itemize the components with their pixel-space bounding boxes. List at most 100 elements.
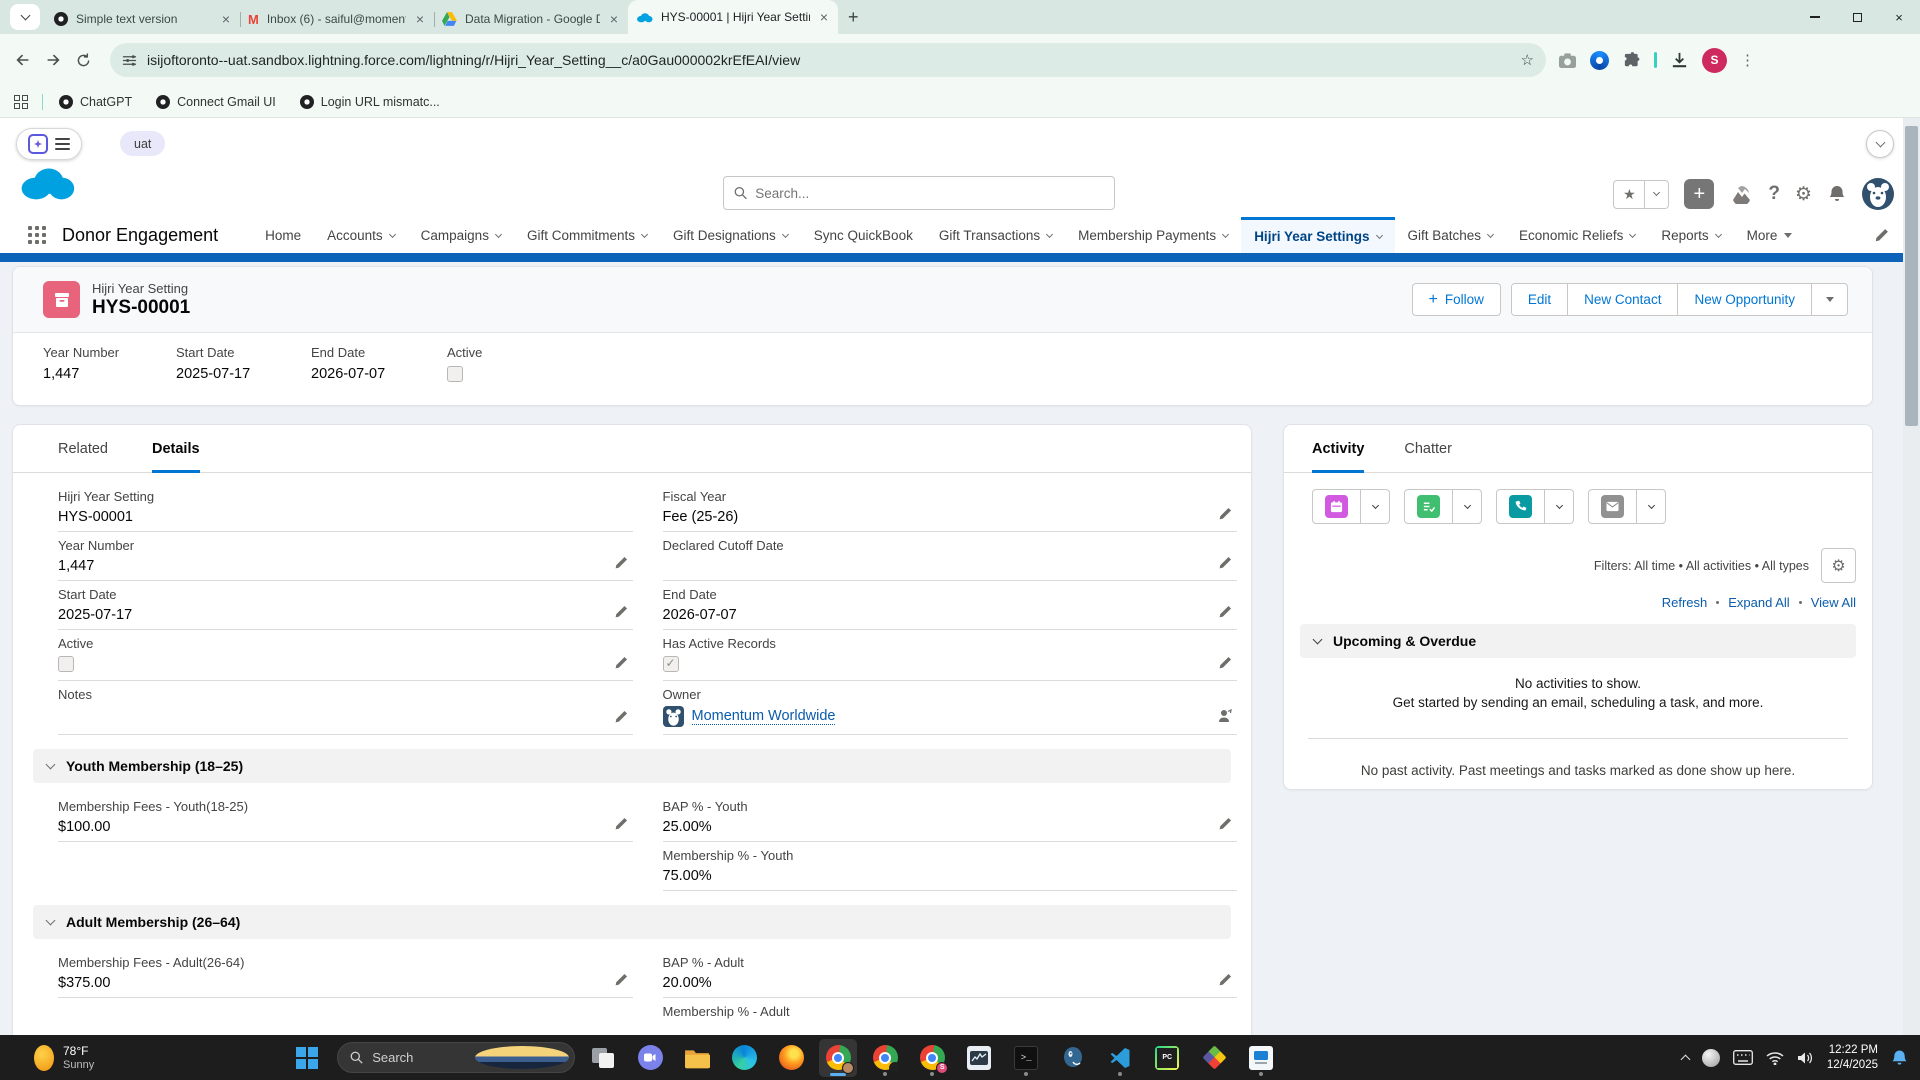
- nav-tab-home[interactable]: Home: [252, 217, 314, 253]
- browser-tab-salesforce-active[interactable]: HYS-00001 | Hijri Year Setting | S ×: [628, 0, 838, 34]
- nav-tab-more[interactable]: More: [1734, 217, 1806, 253]
- tab-close-icon[interactable]: ×: [818, 9, 830, 25]
- refresh-link[interactable]: Refresh: [1662, 595, 1708, 610]
- new-tab-button[interactable]: +: [848, 7, 859, 28]
- firefox-button[interactable]: [772, 1039, 810, 1077]
- search-input[interactable]: [755, 186, 1104, 201]
- task-dropdown[interactable]: [1452, 490, 1481, 523]
- new-event-button[interactable]: [1313, 490, 1360, 523]
- nav-tab-campaigns[interactable]: Campaigns: [408, 217, 514, 253]
- trailhead-icon[interactable]: [1729, 184, 1753, 204]
- edit-button[interactable]: Edit: [1512, 284, 1567, 315]
- change-owner-icon[interactable]: [1217, 708, 1233, 724]
- edit-pencil-icon[interactable]: [614, 816, 629, 831]
- setup-gear-icon[interactable]: ⚙: [1795, 183, 1812, 206]
- url-bar[interactable]: isijoftoronto--uat.sandbox.lightning.for…: [110, 43, 1546, 77]
- section-youth-membership[interactable]: Youth Membership (18–25): [33, 749, 1231, 783]
- bookmark-star-icon[interactable]: ☆: [1521, 51, 1534, 69]
- edit-pencil-icon[interactable]: [1218, 816, 1233, 831]
- notifications-bell-icon[interactable]: [1891, 1049, 1908, 1067]
- extensions-puzzle-icon[interactable]: [1622, 51, 1641, 70]
- browser-menu-icon[interactable]: ⋮: [1740, 51, 1755, 69]
- new-task-button[interactable]: [1405, 490, 1452, 523]
- favorites-button[interactable]: ★: [1613, 180, 1669, 209]
- edge-button[interactable]: [725, 1039, 763, 1077]
- tab-details[interactable]: Details: [152, 425, 200, 472]
- tab-close-icon[interactable]: ×: [220, 11, 232, 27]
- email-dropdown[interactable]: [1636, 490, 1665, 523]
- chrome-profile2-button[interactable]: [866, 1039, 904, 1077]
- tab-activity[interactable]: Activity: [1312, 425, 1364, 472]
- browser-tab-inbox[interactable]: M Inbox (6) - saiful@momentum- ×: [240, 4, 434, 34]
- bookmark-connect-gmail[interactable]: Connect Gmail UI: [156, 95, 276, 109]
- page-scrollbar[interactable]: [1903, 118, 1920, 1035]
- taskbar-search[interactable]: Search: [337, 1042, 575, 1073]
- performance-monitor-button[interactable]: [960, 1039, 998, 1077]
- window-minimize-button[interactable]: [1794, 0, 1836, 34]
- expand-all-link[interactable]: Expand All: [1728, 595, 1789, 610]
- log-call-button[interactable]: [1497, 490, 1544, 523]
- start-button[interactable]: [290, 1039, 328, 1077]
- tab-related[interactable]: Related: [58, 425, 108, 472]
- nav-tab-gift-commitments[interactable]: Gift Commitments: [514, 217, 660, 253]
- bookmark-chatgpt[interactable]: ChatGPT: [59, 95, 132, 109]
- view-all-link[interactable]: View All: [1811, 595, 1856, 610]
- reload-button[interactable]: [68, 52, 98, 69]
- global-search[interactable]: [723, 176, 1115, 210]
- terminal-button[interactable]: >_: [1007, 1039, 1045, 1077]
- dbeaver-button[interactable]: [1195, 1039, 1233, 1077]
- bookmark-login-url[interactable]: Login URL mismatc...: [300, 95, 440, 109]
- edit-nav-pencil-icon[interactable]: [1874, 227, 1890, 243]
- downloads-icon[interactable]: [1670, 51, 1689, 70]
- owner-link[interactable]: Momentum Worldwide: [692, 708, 836, 725]
- tray-chevron-up-icon[interactable]: [1680, 1055, 1690, 1065]
- nav-tab-sync-quickbook[interactable]: Sync QuickBook: [801, 217, 926, 253]
- password-manager-icon[interactable]: [1590, 51, 1609, 70]
- tab-chatter[interactable]: Chatter: [1404, 425, 1452, 472]
- tab-search-button[interactable]: [10, 4, 40, 30]
- new-opportunity-button[interactable]: New Opportunity: [1677, 284, 1811, 315]
- screenshot-camera-icon[interactable]: [1558, 52, 1577, 69]
- global-actions-button[interactable]: +: [1684, 179, 1714, 209]
- forward-button[interactable]: [38, 51, 68, 69]
- edit-pencil-icon[interactable]: [1218, 555, 1233, 570]
- nav-tab-membership-payments[interactable]: Membership Payments: [1065, 217, 1241, 253]
- taskbar-clock[interactable]: 12:22 PM 12/4/2025: [1827, 1043, 1878, 1073]
- nav-tab-accounts[interactable]: Accounts: [314, 217, 408, 253]
- activity-settings-button[interactable]: ⚙: [1821, 548, 1856, 583]
- follow-button[interactable]: +Follow: [1412, 283, 1501, 316]
- tab-close-icon[interactable]: ×: [608, 11, 620, 27]
- scrollbar-thumb[interactable]: [1905, 126, 1918, 426]
- nav-tab-hijri-year-settings[interactable]: Hijri Year Settings: [1241, 217, 1394, 253]
- taskpro-button[interactable]: [1242, 1039, 1280, 1077]
- user-avatar[interactable]: [1862, 178, 1894, 210]
- call-dropdown[interactable]: [1544, 490, 1573, 523]
- postgresql-button[interactable]: [1054, 1039, 1092, 1077]
- apps-grid-icon[interactable]: [14, 95, 28, 109]
- nav-tab-gift-designations[interactable]: Gift Designations: [660, 217, 801, 253]
- tray-app-icon[interactable]: [1702, 1049, 1720, 1067]
- file-explorer-button[interactable]: [678, 1039, 716, 1077]
- help-icon[interactable]: ?: [1768, 183, 1780, 205]
- edit-pencil-icon[interactable]: [1218, 506, 1233, 521]
- touch-keyboard-icon[interactable]: [1733, 1050, 1753, 1065]
- nav-tab-gift-batches[interactable]: Gift Batches: [1395, 217, 1507, 253]
- vscode-button[interactable]: [1101, 1039, 1139, 1077]
- edit-pencil-icon[interactable]: [614, 655, 629, 670]
- edit-pencil-icon[interactable]: [614, 709, 629, 724]
- new-contact-button[interactable]: New Contact: [1567, 284, 1677, 315]
- section-adult-membership[interactable]: Adult Membership (26–64): [33, 905, 1231, 939]
- window-close-button[interactable]: ×: [1878, 0, 1920, 34]
- tab-close-icon[interactable]: ×: [414, 11, 426, 27]
- nav-tab-gift-transactions[interactable]: Gift Transactions: [926, 217, 1065, 253]
- einstein-assistant-pill[interactable]: [16, 128, 82, 160]
- chrome-profile3-button[interactable]: S: [913, 1039, 951, 1077]
- back-button[interactable]: [8, 51, 38, 69]
- nav-tab-economic-reliefs[interactable]: Economic Reliefs: [1506, 217, 1648, 253]
- edit-pencil-icon[interactable]: [1218, 972, 1233, 987]
- chat-button[interactable]: [631, 1039, 669, 1077]
- more-actions-dropdown[interactable]: [1811, 284, 1847, 315]
- edit-pencil-icon[interactable]: [1218, 604, 1233, 619]
- window-maximize-button[interactable]: [1836, 0, 1878, 34]
- chrome-profile1-button[interactable]: [819, 1039, 857, 1077]
